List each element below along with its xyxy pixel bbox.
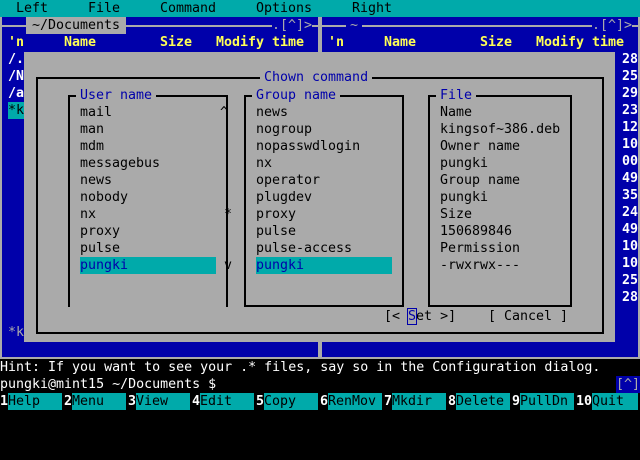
group-item[interactable]: news <box>256 104 392 121</box>
col-header-size[interactable]: Size <box>480 34 512 51</box>
col-header-name[interactable]: Name <box>384 34 416 51</box>
group-item[interactable]: proxy <box>256 206 392 223</box>
dialog-title: Chown command <box>260 69 373 86</box>
file-row-time: 25 <box>622 273 639 288</box>
user-item[interactable]: news <box>80 172 216 189</box>
user-item[interactable]: man <box>80 121 216 138</box>
group-item[interactable]: nogroup <box>256 121 392 138</box>
user-item[interactable]: messagebus <box>80 155 216 172</box>
file-row-time: 25 <box>622 69 639 84</box>
user-item[interactable]: nx <box>80 206 216 223</box>
file-row-time: 12 <box>622 120 639 135</box>
col-header-mtime[interactable]: Modify time <box>536 34 624 51</box>
col-header: 'n <box>328 35 345 50</box>
right-panel-corner[interactable]: .[^]> <box>592 17 633 34</box>
scroll-thumb[interactable]: * <box>224 206 232 223</box>
file-info-line: pungki <box>440 156 489 171</box>
scroll-down-icon[interactable]: v <box>224 257 232 274</box>
menu-left[interactable]: Left <box>16 0 48 17</box>
file-info-line: Size <box>440 207 473 222</box>
file-row-time: 49 <box>622 171 639 186</box>
prompt-corner[interactable]: [^] <box>616 376 640 393</box>
col-header: 'n <box>8 35 25 50</box>
file-row-time: 28 <box>622 52 639 67</box>
col-header-size[interactable]: Size <box>160 34 192 51</box>
file-row-time: 23 <box>622 103 639 118</box>
user-item[interactable]: mdm <box>80 138 216 155</box>
set-button[interactable]: [< Set >] <box>384 308 456 325</box>
file-info-line: -rwxrwx--- <box>440 258 521 273</box>
file-info-line: Group name <box>440 173 521 188</box>
file-info-line: 150689846 <box>440 224 513 239</box>
set-button-pre: [< <box>384 309 409 324</box>
group-item-selected[interactable]: pungki <box>256 257 392 274</box>
file-row-time: 24 <box>622 205 639 220</box>
file-row[interactable]: /a <box>8 85 24 102</box>
file-info-line: Permission <box>440 241 521 256</box>
file-row-time: 10 <box>622 137 639 152</box>
group-item[interactable]: operator <box>256 172 392 189</box>
scroll-up-icon[interactable]: ^ <box>220 104 228 121</box>
menu-command[interactable]: Command <box>160 0 216 17</box>
file-row-time: 28 <box>622 290 639 305</box>
menu-right[interactable]: Right <box>352 0 392 17</box>
menu-options[interactable]: Options <box>256 0 312 17</box>
col-header-mtime[interactable]: Modify time <box>216 34 304 51</box>
file-row-time: 10 <box>622 239 639 254</box>
file-info-line: pungki <box>440 190 489 205</box>
group-list-label: Group name <box>252 87 341 104</box>
user-item[interactable]: proxy <box>80 223 216 240</box>
file-row-time: 10 <box>622 256 639 271</box>
file-row-time: 49 <box>622 222 639 237</box>
file-row[interactable]: /. <box>8 51 24 68</box>
file-info-line: Owner name <box>440 139 521 154</box>
group-item[interactable]: nx <box>256 155 392 172</box>
col-header-name[interactable]: Name <box>64 34 96 51</box>
file-row-time: 00 <box>622 154 639 169</box>
menu-bar: Left File Command Options Right <box>0 0 640 17</box>
file-row-time: 35 <box>622 188 639 203</box>
group-item[interactable]: nopasswdlogin <box>256 138 392 155</box>
group-item[interactable]: pulse <box>256 223 392 240</box>
fkey-number: 1 <box>0 394 9 409</box>
user-item-selected[interactable]: pungki <box>80 257 216 274</box>
file-row[interactable]: /N <box>8 68 24 85</box>
set-button-hotkey: S <box>407 308 418 325</box>
group-item[interactable]: pulse-access <box>256 240 392 257</box>
chown-dialog: Chown command User name mail man mdm messag… <box>24 52 615 342</box>
user-item[interactable]: nobody <box>80 189 216 206</box>
left-panel-corner[interactable]: .[^]> <box>272 17 313 34</box>
user-list-label: User name <box>76 87 157 104</box>
mini-status: *k <box>8 325 25 340</box>
right-panel-path: ~ <box>346 17 363 34</box>
group-item[interactable]: plugdev <box>256 189 392 206</box>
cancel-button[interactable]: [ Cancel ] <box>488 308 568 325</box>
file-info-line: kingsof~386.deb <box>440 122 561 137</box>
set-button-post: et >] <box>416 309 457 324</box>
file-info-label: File <box>436 87 477 104</box>
file-info-line: Name <box>440 105 473 120</box>
menu-file[interactable]: File <box>88 0 120 17</box>
user-item[interactable]: pulse <box>80 240 216 257</box>
file-row-time: 29 <box>622 86 639 101</box>
left-panel-path: ~/Documents <box>26 17 127 34</box>
user-item[interactable]: mail <box>80 104 216 121</box>
